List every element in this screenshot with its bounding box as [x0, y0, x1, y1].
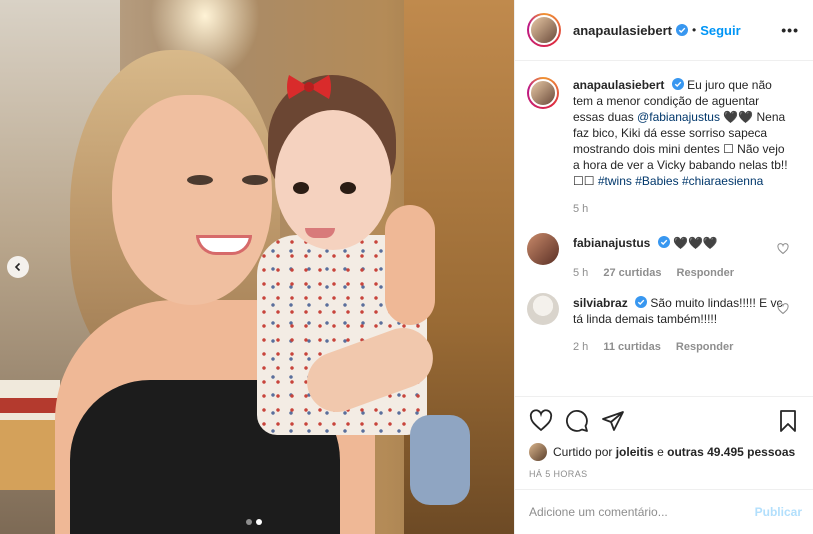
- photo-baby-eye: [293, 182, 309, 194]
- post-modal: anapaulasiebert • Seguir ••• anapaulasie…: [0, 0, 813, 534]
- author-username[interactable]: anapaulasiebert: [573, 23, 672, 38]
- liked-by-username[interactable]: joleitis: [616, 445, 654, 459]
- comment-likes-count[interactable]: 11 curtidas: [603, 341, 660, 353]
- liked-by-conjunction: e: [657, 445, 664, 459]
- carousel-dot-active: [256, 519, 262, 525]
- commenter-username[interactable]: fabianajustus: [573, 236, 650, 250]
- comment-timestamp[interactable]: 5 h: [573, 267, 588, 279]
- comment-timestamp[interactable]: 2 h: [573, 341, 588, 353]
- comments-list[interactable]: anapaulasiebert Eu juro que não tem a me…: [515, 61, 813, 395]
- post-actions: Curtido por joleitis e outras 49.495 pes…: [515, 396, 813, 479]
- liked-by-avatar[interactable]: [529, 443, 547, 461]
- verified-badge-icon: [676, 24, 688, 36]
- follow-button[interactable]: Seguir: [700, 23, 740, 38]
- save-bookmark-icon[interactable]: [776, 409, 800, 433]
- commenter-username[interactable]: silviabraz: [573, 296, 628, 310]
- add-comment-bar: Publicar: [515, 489, 813, 534]
- photo-woman-hand: [385, 205, 435, 325]
- liked-by: Curtido por joleitis e outras 49.495 pes…: [529, 443, 800, 461]
- photo-woman-eye: [242, 175, 268, 185]
- photo-woman-face: [112, 95, 272, 305]
- carousel-previous-button[interactable]: [7, 256, 29, 278]
- post-photo[interactable]: [0, 0, 514, 534]
- hashtag-link[interactable]: #Babies: [635, 174, 678, 188]
- comment-text: 🖤🖤🖤: [673, 236, 718, 250]
- comment-likes-count[interactable]: 27 curtidas: [603, 267, 661, 279]
- comment-reply-button[interactable]: Responder: [676, 341, 733, 353]
- caption: anapaulasiebert Eu juro que não tem a me…: [527, 77, 797, 217]
- caption-timestamp[interactable]: 5 h: [573, 203, 588, 215]
- post-header: anapaulasiebert • Seguir •••: [515, 0, 813, 61]
- caption-author-avatar[interactable]: [527, 77, 559, 109]
- post-timestamp[interactable]: HÁ 5 HORAS: [529, 469, 800, 479]
- like-heart-icon[interactable]: [529, 409, 553, 433]
- carousel-dot: [246, 519, 252, 525]
- photo-woman-eye: [187, 175, 213, 185]
- more-options-icon[interactable]: •••: [781, 22, 799, 38]
- publish-button[interactable]: Publicar: [755, 505, 802, 519]
- verified-badge-icon: [671, 78, 684, 90]
- commenter-avatar[interactable]: [527, 293, 559, 325]
- photo-baby-eye: [340, 182, 356, 194]
- post-side-panel: anapaulasiebert • Seguir ••• anapaulasie…: [514, 0, 813, 534]
- verified-badge-icon: [657, 236, 670, 248]
- liked-by-prefix: Curtido por: [553, 445, 613, 459]
- comment-bubble-icon[interactable]: [565, 409, 589, 433]
- carousel-indicator: [246, 519, 262, 525]
- commenter-avatar[interactable]: [527, 233, 559, 265]
- caption-mention-link[interactable]: @fabianajustus: [637, 110, 720, 124]
- hashtag-link[interactable]: #chiaraesienna: [682, 174, 763, 188]
- comment-like-heart-icon[interactable]: [777, 303, 789, 315]
- comment-item: fabianajustus 🖤🖤🖤 5 h 27 curtidas Respon…: [527, 233, 797, 281]
- author-avatar[interactable]: [527, 13, 561, 47]
- liked-by-others-link[interactable]: outras 49.495 pessoas: [667, 445, 795, 459]
- comment-like-heart-icon[interactable]: [777, 243, 789, 255]
- comment-item: silviabraz São muito lindas!!!!! E vc tá…: [527, 293, 797, 355]
- hashtag-link[interactable]: #twins: [598, 174, 632, 188]
- header-separator: •: [692, 23, 697, 37]
- share-paper-plane-icon[interactable]: [601, 409, 625, 433]
- chevron-left-icon: [14, 262, 21, 272]
- verified-badge-icon: [635, 296, 648, 308]
- photo-baby-leg: [410, 415, 470, 505]
- photo-red-bow: [287, 75, 331, 99]
- comment-reply-button[interactable]: Responder: [677, 267, 734, 279]
- caption-username[interactable]: anapaulasiebert: [573, 78, 664, 92]
- comment-input[interactable]: [529, 505, 755, 519]
